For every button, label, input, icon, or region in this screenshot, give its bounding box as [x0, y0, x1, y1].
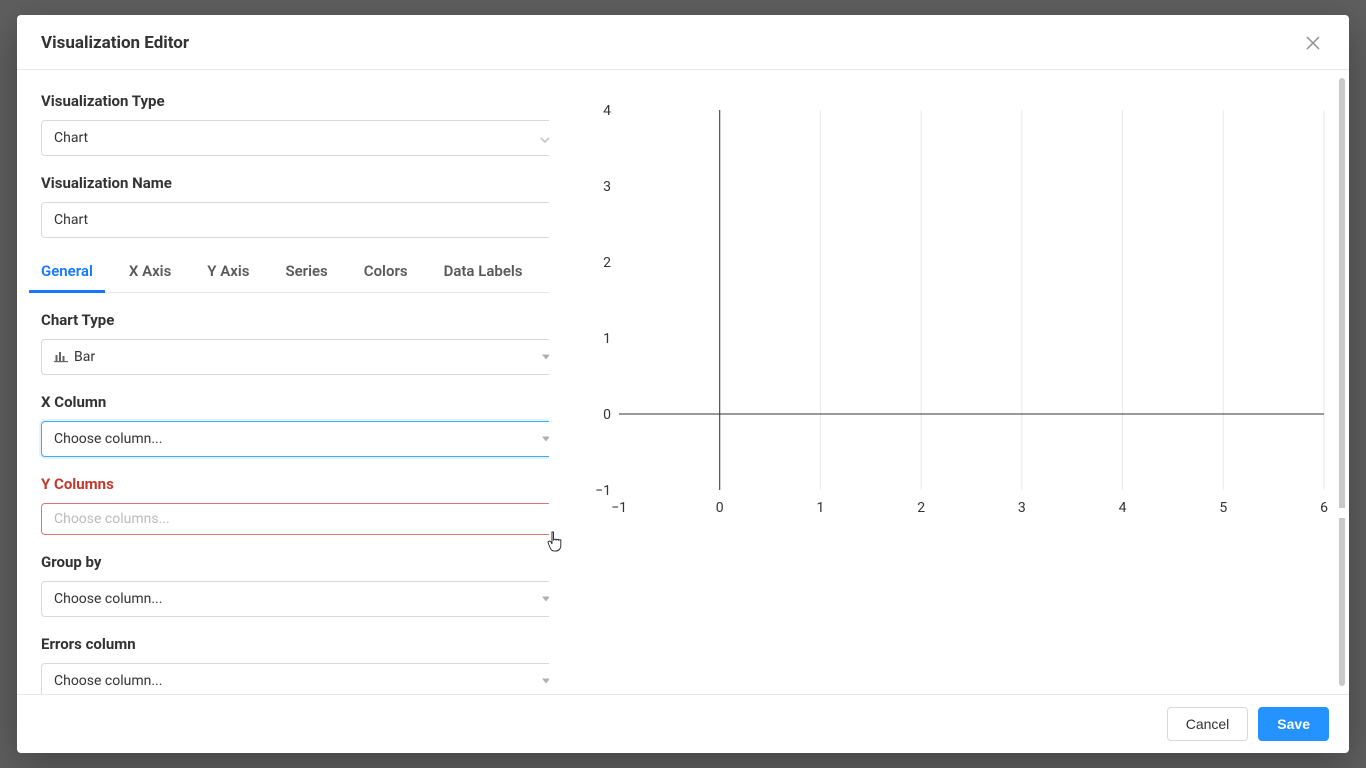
x-column-placeholder: Choose column...	[54, 431, 162, 447]
y-columns-placeholder: Choose columns...	[54, 511, 170, 527]
close-button[interactable]	[1301, 31, 1325, 55]
caret-down-icon	[542, 355, 549, 360]
tab-bar: General X Axis Y Axis Series Colors Data…	[41, 256, 549, 293]
group-by-label: Group by	[41, 553, 549, 571]
caret-down-icon	[542, 437, 549, 442]
svg-text:2: 2	[603, 255, 611, 271]
svg-text:4: 4	[1119, 500, 1127, 516]
errors-column-label: Errors column	[41, 635, 549, 653]
caret-down-icon	[542, 679, 549, 684]
svg-text:3: 3	[1018, 500, 1026, 516]
y-columns-label: Y Columns	[41, 475, 549, 493]
x-column-group: X Column Choose column...	[41, 393, 549, 457]
viz-name-label: Visualization Name	[41, 174, 549, 192]
viz-type-group: Visualization Type Chart	[41, 92, 549, 156]
chart-type-label: Chart Type	[41, 311, 549, 329]
scrollbar[interactable]	[1339, 78, 1345, 686]
y-columns-select[interactable]: Choose columns...	[41, 503, 549, 535]
svg-text:0: 0	[716, 500, 724, 516]
x-column-label: X Column	[41, 393, 549, 411]
chart-type-select[interactable]: Bar	[41, 339, 549, 375]
group-by-placeholder: Choose column...	[54, 591, 162, 607]
chart-type-group: Chart Type Bar	[41, 311, 549, 375]
viz-name-value: Chart	[54, 212, 88, 228]
errors-column-select[interactable]: Choose column...	[41, 663, 549, 694]
caret-down-icon	[542, 597, 549, 602]
tab-series[interactable]: Series	[285, 256, 327, 292]
modal-footer: Cancel Save	[17, 694, 1349, 753]
errors-column-placeholder: Choose column...	[54, 673, 162, 689]
x-column-select[interactable]: Choose column...	[41, 421, 549, 457]
svg-text:5: 5	[1219, 500, 1227, 516]
viz-type-select[interactable]: Chart	[41, 120, 549, 156]
viz-name-input[interactable]: Chart	[41, 202, 549, 238]
group-by-group: Group by Choose column...	[41, 553, 549, 617]
tab-data-labels[interactable]: Data Labels	[444, 256, 523, 292]
svg-text:1: 1	[603, 331, 611, 347]
chevron-down-icon	[540, 133, 549, 143]
close-icon	[1306, 36, 1320, 50]
group-by-select[interactable]: Choose column...	[41, 581, 549, 617]
settings-panel: Visualization Type Chart Visualization N…	[17, 70, 549, 694]
chart-type-value: Bar	[74, 349, 95, 365]
modal-header: Visualization Editor	[17, 15, 1349, 70]
svg-text:6: 6	[1320, 500, 1328, 516]
svg-text:2: 2	[917, 500, 925, 516]
viz-type-label: Visualization Type	[41, 92, 549, 110]
svg-text:4: 4	[603, 103, 611, 119]
tab-colors[interactable]: Colors	[364, 256, 408, 292]
cancel-button[interactable]: Cancel	[1167, 707, 1249, 741]
tab-general[interactable]: General	[41, 256, 93, 292]
modal-body: Visualization Type Chart Visualization N…	[17, 70, 1349, 694]
chart-preview: −1 0 1 2 3 4 −1 0 1 2 3 4 5 6	[589, 100, 1329, 520]
svg-text:0: 0	[603, 407, 611, 423]
svg-text:1: 1	[816, 500, 824, 516]
visualization-editor-modal: Visualization Editor Visualization Type …	[17, 15, 1349, 753]
viz-type-value: Chart	[54, 130, 88, 146]
tab-y-axis[interactable]: Y Axis	[207, 256, 249, 292]
viz-name-group: Visualization Name Chart	[41, 174, 549, 238]
errors-column-group: Errors column Choose column...	[41, 635, 549, 694]
svg-text:−1: −1	[595, 483, 611, 499]
scrollbar-gap	[1339, 508, 1345, 518]
modal-title: Visualization Editor	[41, 33, 189, 53]
save-button[interactable]: Save	[1258, 707, 1329, 741]
chart-preview-panel: −1 0 1 2 3 4 −1 0 1 2 3 4 5 6	[549, 70, 1349, 694]
tab-x-axis[interactable]: X Axis	[129, 256, 171, 292]
svg-text:−1: −1	[611, 500, 627, 516]
y-columns-group: Y Columns Choose columns...	[41, 475, 549, 535]
bar-chart-icon	[54, 351, 68, 363]
svg-text:3: 3	[603, 179, 611, 195]
